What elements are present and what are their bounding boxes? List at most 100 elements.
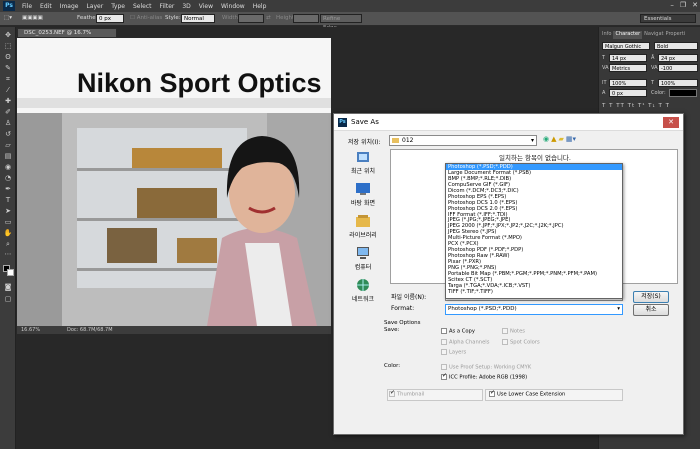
thumbnail-checkbox[interactable]: Thumbnail [389,389,424,398]
cancel-button[interactable]: 취소 [633,304,669,316]
tab-character[interactable]: Character [613,31,643,39]
tab-navigator[interactable]: Navigat [644,31,663,39]
format-select[interactable]: Photoshop (*.PSD;*.PDD) ▾ [445,304,623,315]
icc-profile-checkbox[interactable]: ICC Profile: Adobe RGB (1998) [441,372,527,381]
new-folder-icon[interactable]: ▰ [559,135,564,143]
save-button[interactable]: 저장(S) [633,291,669,303]
eyedropper-tool-icon[interactable]: ⁄ [3,86,13,95]
menu-help[interactable]: Help [249,3,271,10]
as-copy-checkbox[interactable]: As a Copy [441,328,475,335]
quick-mask-icon[interactable]: ◙ [3,283,13,292]
brush-tool-icon[interactable]: ✐ [3,108,13,117]
refine-edge-button[interactable]: Refine Edge... [320,14,362,31]
use-proof-checkbox[interactable]: Use Proof Setup: Working CMYK [441,364,531,371]
quick-select-tool-icon[interactable]: ✎ [3,64,13,73]
menu-layer[interactable]: Layer [82,3,107,10]
view-menu-icon[interactable]: ▦▾ [566,135,576,143]
marquee-tool-icon[interactable]: ⬚▾ [4,15,12,21]
spot-colors-checkbox[interactable]: Spot Colors [502,339,540,346]
menu-edit[interactable]: Edit [36,3,56,10]
pen-tool-icon[interactable]: ✒ [3,185,13,194]
window-controls: – ❐ ✕ [670,1,698,9]
gradient-tool-icon[interactable]: ▤ [3,152,13,161]
close-window-icon[interactable]: ✕ [692,1,698,9]
background-color-swatch[interactable] [7,269,14,276]
layers-checkbox[interactable]: Layers [441,349,466,356]
antialias-checkbox[interactable]: ☐ Anti-alias [130,15,162,21]
place-libraries[interactable]: 라이브러리 [338,214,388,239]
restore-icon[interactable]: ❐ [680,1,686,9]
menu-window[interactable]: Window [217,3,249,10]
vertical-scale-input[interactable]: 100% [609,79,647,87]
zoom-level[interactable]: 16.67% [21,326,40,334]
type-tool-icon[interactable]: T [3,196,13,205]
alpha-channels-checkbox[interactable]: Alpha Channels [441,339,489,346]
style-select[interactable]: Normal [181,14,215,23]
photo-canvas[interactable]: Nikon Sport Optics [17,38,331,326]
place-desktop[interactable]: 바탕 화면 [338,182,388,207]
tab-info[interactable]: Info [602,31,611,39]
text-color-swatch[interactable] [669,89,697,97]
swap-icon[interactable]: ⇄ [266,15,271,21]
hand-tool-icon[interactable]: ✋ [3,229,13,238]
zoom-tool-icon[interactable]: ⌕ [3,240,13,249]
place-network[interactable]: 네트워크 [338,278,388,303]
workspace-switcher[interactable]: Essentials [640,14,696,23]
notes-checkbox[interactable]: Notes [502,328,525,335]
document-status-bar: 16.67% Doc: 68.7M/68.7M [17,326,331,334]
color-label: Color: [384,363,401,369]
menu-image[interactable]: Image [56,3,83,10]
photoshop-icon: Ps [338,118,347,127]
menu-view[interactable]: View [195,3,217,10]
document-info[interactable]: Doc: 68.7M/68.7M [67,326,113,334]
width-input[interactable] [238,14,264,23]
healing-tool-icon[interactable]: ✚ [3,97,13,106]
menu-filter[interactable]: Filter [156,3,179,10]
menu-file[interactable]: File [18,3,36,10]
menu-3d[interactable]: 3D [178,3,194,10]
lower-case-extension-checkbox[interactable]: Use Lower Case Extension [489,389,565,398]
panel-tabs: Info Character Navigat Properti [599,31,700,39]
shape-tool-icon[interactable]: ▭ [3,218,13,227]
crop-tool-icon[interactable]: ⌗ [3,75,13,84]
font-family-select[interactable]: Malgun Gothic [602,42,650,50]
leading-input[interactable]: 24 px [658,54,698,62]
eraser-tool-icon[interactable]: ▱ [3,141,13,150]
menu-select[interactable]: Select [129,3,156,10]
path-select-tool-icon[interactable]: ➤ [3,207,13,216]
place-computer[interactable]: 컴퓨터 [338,246,388,271]
place-recent[interactable]: 최근 위치 [338,150,388,175]
menu-type[interactable]: Type [107,3,129,10]
font-size-input[interactable]: 14 px [609,54,647,62]
more-tools-icon[interactable]: ⋯ [3,250,13,259]
blur-tool-icon[interactable]: ◉ [3,163,13,172]
dialog-close-button[interactable]: ✕ [663,117,679,128]
save-in-combobox[interactable]: 012 ▾ [389,135,537,146]
checkbox-box [441,339,447,345]
back-icon[interactable]: ◉ [543,135,549,143]
format-option[interactable]: TIFF (*.TIF;*.TIFF) [446,289,622,295]
dodge-tool-icon[interactable]: ◔ [3,174,13,183]
minimize-icon[interactable]: – [670,1,674,9]
move-tool-icon[interactable]: ✥ [3,31,13,40]
horizontal-scale-input[interactable]: 100% [658,79,698,87]
feather-input[interactable]: 0 px [96,14,124,23]
checkbox-label: Spot Colors [510,339,540,346]
baseline-shift-input[interactable]: 0 px [609,89,647,97]
font-style-select[interactable]: Bold [654,42,698,50]
height-input[interactable] [293,14,319,23]
up-folder-icon[interactable]: ▲ [551,135,556,143]
format-option[interactable]: Portable Bit Map (*.PBM;*.PGM;*.PPM;*.PN… [446,271,622,277]
screen-mode-icon[interactable]: ▢ [3,295,13,304]
text-style-buttons[interactable]: T T TT Tt T¹ T₁ T T [602,103,698,111]
empty-message: 일치하는 항목이 없습니다. [499,154,571,162]
marquee-tool-icon[interactable]: ⬚ [3,42,13,51]
lasso-tool-icon[interactable]: ʘ [3,53,13,62]
history-brush-tool-icon[interactable]: ↺ [3,130,13,139]
tracking-input[interactable]: -100 [658,64,698,72]
selection-mode-icons[interactable]: ▣▣▣▣ [22,15,43,21]
tab-properties[interactable]: Properti [666,31,686,39]
clone-stamp-tool-icon[interactable]: ♙ [3,119,13,128]
kerning-select[interactable]: Metrics [609,64,647,72]
document-tab[interactable]: DSC_0253.NEF @ 16.7% (RGB/8*) [17,28,117,45]
